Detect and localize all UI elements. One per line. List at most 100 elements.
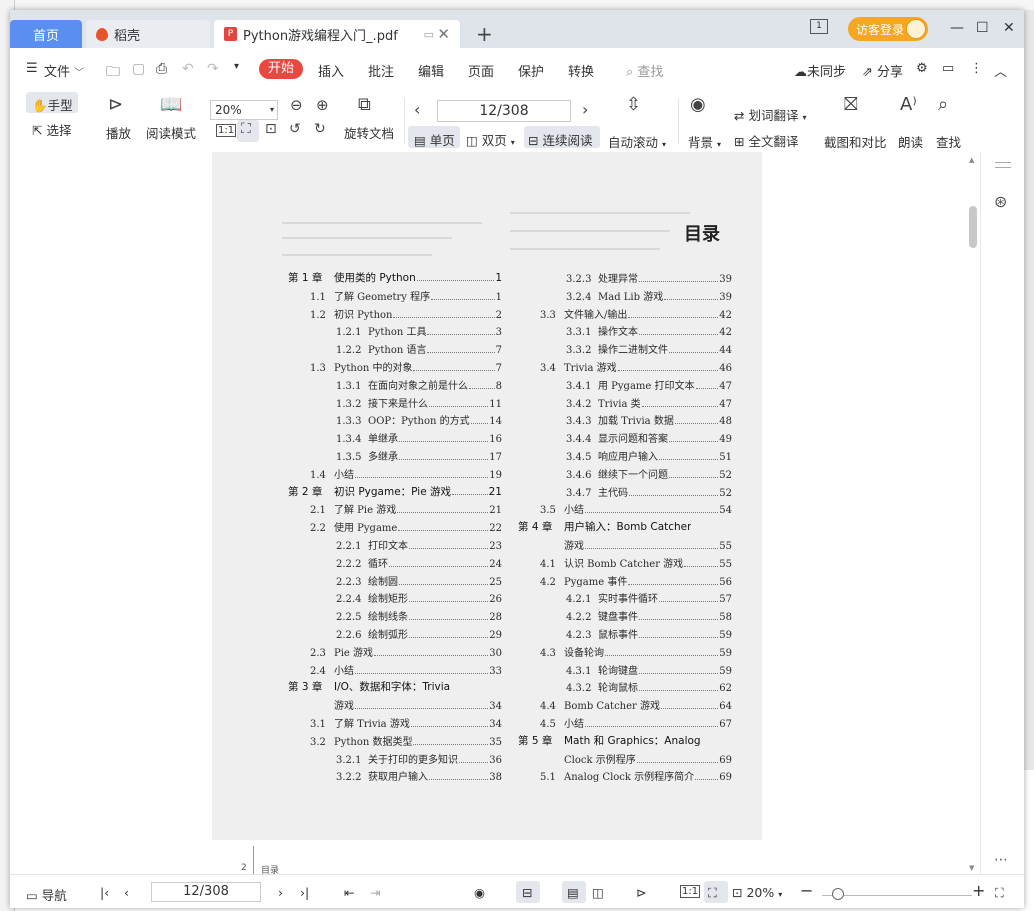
full-translate-button[interactable]: ⊞ 全文翻译: [734, 131, 798, 150]
feedback-icon[interactable]: ▭: [942, 61, 954, 76]
zoom-status-select[interactable]: ⊡ 20% ▾: [732, 885, 782, 900]
document-viewer[interactable]: 目录 第 1 章使用类的 Python 1 1.1 了解 Geometry 程序 1 1.…: [10, 152, 966, 874]
toc-entry[interactable]: 2.1 了解 Pie 游戏 21: [288, 501, 502, 519]
toc-entry[interactable]: 2.2.3 绘制圆 25: [288, 573, 502, 591]
more-icon[interactable]: ⋮: [970, 61, 983, 76]
toc-entry[interactable]: 3.2.4 Mad Lib 游戏 39: [518, 288, 732, 306]
toc-entry[interactable]: 1.2.1 Python 工具 3: [288, 323, 502, 341]
book-icon[interactable]: 📖: [160, 94, 182, 115]
toc-entry[interactable]: 3.4.3 加载 Trivia 数据 48: [518, 412, 732, 430]
collapse-ribbon-icon[interactable]: ︿: [994, 61, 1007, 80]
toc-entry[interactable]: 第 2 章初识 Pygame：Pie 游戏 21: [288, 484, 502, 502]
sync-status[interactable]: ☁未同步: [794, 61, 846, 80]
toc-entry[interactable]: 3.4.7 主代码 52: [518, 484, 732, 502]
toc-entry[interactable]: 2.2.4 绘制矩形 26: [288, 590, 502, 608]
screenshot-compare-button[interactable]: 截图和对比: [824, 132, 887, 151]
menu-insert[interactable]: 插入: [318, 61, 344, 80]
settings-icon[interactable]: ⚙: [916, 61, 928, 76]
rotate-document-button[interactable]: 旋转文档: [344, 123, 394, 142]
toc-entry[interactable]: 4.4 Bomb Catcher 游戏 64: [518, 697, 732, 715]
menu-annotate[interactable]: 批注: [368, 61, 394, 80]
toc-entry[interactable]: 2.2.2 循环 24: [288, 555, 502, 573]
zoom-slider[interactable]: [822, 895, 972, 896]
read-aloud-icon[interactable]: A⁾: [900, 94, 917, 115]
zoom-out-status-icon[interactable]: −: [800, 881, 813, 900]
toc-entry[interactable]: 4.3.2 轮询鼠标 62: [518, 679, 732, 697]
forward-icon[interactable]: ⇥: [370, 885, 380, 900]
continuous-status-icon[interactable]: ⊟: [522, 885, 532, 900]
next-page-icon[interactable]: ›: [582, 100, 588, 119]
hamburger-icon[interactable]: ☰: [26, 61, 38, 76]
read-mode-button[interactable]: 阅读模式: [146, 123, 196, 142]
prev-page-icon[interactable]: ‹: [414, 100, 420, 119]
toc-entry[interactable]: 1.3 Python 中的对象 7: [288, 359, 502, 377]
back-icon[interactable]: ⇤: [344, 885, 354, 900]
fit-page-icon[interactable]: ⛶: [241, 121, 251, 137]
toc-entry[interactable]: 4.3 设备轮询 59: [518, 644, 732, 662]
find-button[interactable]: 查找: [936, 132, 961, 151]
toc-entry[interactable]: 1.3.1 在面向对象之前是什么 8: [288, 377, 502, 395]
page-number-input[interactable]: 12/308: [437, 100, 571, 122]
magnifier-icon[interactable]: ⌕: [938, 94, 948, 115]
toc-entry[interactable]: 3.4.1 用 Pygame 打印文本 47: [518, 377, 732, 395]
toc-entry[interactable]: 4.2 Pygame 事件 56: [518, 573, 732, 591]
play-status-icon[interactable]: ⊳: [636, 885, 646, 900]
fit-page-status-icon[interactable]: ⛶: [708, 885, 717, 901]
toc-entry[interactable]: 1.2 初识 Python 2: [288, 306, 502, 324]
toc-entry[interactable]: 4.2.1 实时事件循环 57: [518, 590, 732, 608]
toc-entry[interactable]: 第 3 章 I/O、数据和字体：Trivia: [288, 679, 502, 697]
single-page-status-icon[interactable]: ▤: [567, 885, 579, 900]
toc-entry[interactable]: 第 5 章 Math 和 Graphics：Analog: [518, 733, 732, 751]
play-button[interactable]: 播放: [106, 123, 131, 142]
fullscreen-icon[interactable]: ⛶: [995, 885, 1004, 901]
toc-entry[interactable]: 3.4.4 显示问题和答案 49: [518, 430, 732, 448]
double-page-button[interactable]: ◫ 双页 ▾: [466, 130, 515, 149]
tab-document[interactable]: P Python游戏编程入门_.pdf ▭ ✕: [214, 20, 460, 48]
screenshot-icon[interactable]: ⛝: [844, 94, 858, 115]
background-button[interactable]: 背景 ▾: [688, 132, 721, 151]
toc-entry[interactable]: 3.2.1 关于打印的更多知识 36: [288, 751, 502, 769]
toc-entry[interactable]: 1.3.3 OOP：Python 的方式 14: [288, 412, 502, 430]
auto-scroll-icon[interactable]: ⇳: [626, 94, 641, 115]
prev-page-status-icon[interactable]: ‹: [124, 885, 129, 900]
toc-entry[interactable]: 第 4 章用户输入：Bomb Catcher: [518, 519, 732, 537]
maximize-icon[interactable]: ☐: [976, 20, 989, 36]
toc-entry[interactable]: 1.1 了解 Geometry 程序 1: [288, 288, 502, 306]
toc-entry[interactable]: 2.4 小结 33: [288, 662, 502, 680]
toc-entry[interactable]: 2.2.6 绘制弧形 29: [288, 626, 502, 644]
tab-daoke[interactable]: 稻壳: [86, 20, 210, 48]
close-window-icon[interactable]: ✕: [1003, 20, 1015, 36]
next-page-status-icon[interactable]: ›: [278, 885, 283, 900]
ai-search-icon[interactable]: ⊛: [994, 192, 1007, 211]
menu-convert[interactable]: 转换: [568, 61, 594, 80]
panel-handle-icon[interactable]: [995, 162, 1011, 168]
toc-entry[interactable]: 2.2.5 绘制线条 28: [288, 608, 502, 626]
actual-size-icon[interactable]: 1:1: [216, 124, 237, 137]
toc-entry[interactable]: 游戏 55: [518, 537, 732, 555]
search-command[interactable]: ⌕ 查找: [626, 61, 663, 80]
toc-entry[interactable]: 3.4.2 Trivia 类 47: [518, 395, 732, 413]
rotate-left-icon[interactable]: ↺: [289, 121, 301, 137]
toc-entry[interactable]: 3.4.6 继续下一个问题 52: [518, 466, 732, 484]
monitor-icon[interactable]: ▭: [424, 28, 434, 41]
actual-size-status-icon[interactable]: 1:1: [680, 885, 701, 898]
rotate-doc-icon[interactable]: ⧉: [358, 94, 371, 115]
menu-edit[interactable]: 编辑: [418, 61, 444, 80]
redo-icon[interactable]: ↷: [207, 61, 219, 77]
toc-entry[interactable]: 3.2.2 获取用户输入 38: [288, 768, 502, 786]
toc-entry[interactable]: 3.4 Trivia 游戏 46: [518, 359, 732, 377]
print-icon[interactable]: ⎙: [156, 61, 167, 77]
toc-entry[interactable]: 3.3 文件输入/输出 42: [518, 306, 732, 324]
more-dropdown-icon[interactable]: ▾: [234, 61, 239, 72]
toc-entry[interactable]: 1.3.4 单继承 16: [288, 430, 502, 448]
toc-entry[interactable]: 1.3.2 接下来是什么 11: [288, 395, 502, 413]
toc-entry[interactable]: 2.3 Pie 游戏 30: [288, 644, 502, 662]
double-page-status-icon[interactable]: ◫: [592, 885, 604, 900]
toc-entry[interactable]: 3.4.5 响应用户输入 51: [518, 448, 732, 466]
scrollbar-thumb[interactable]: [969, 206, 977, 248]
toc-entry[interactable]: 3.3.1 操作文本 42: [518, 323, 732, 341]
read-aloud-button[interactable]: 朗读: [898, 132, 923, 151]
toc-entry[interactable]: 5.1 Analog Clock 示例程序简介 69: [518, 768, 732, 786]
more-options-icon[interactable]: ⋯: [994, 852, 1008, 868]
share-button[interactable]: ⇗ 分享: [862, 61, 903, 80]
